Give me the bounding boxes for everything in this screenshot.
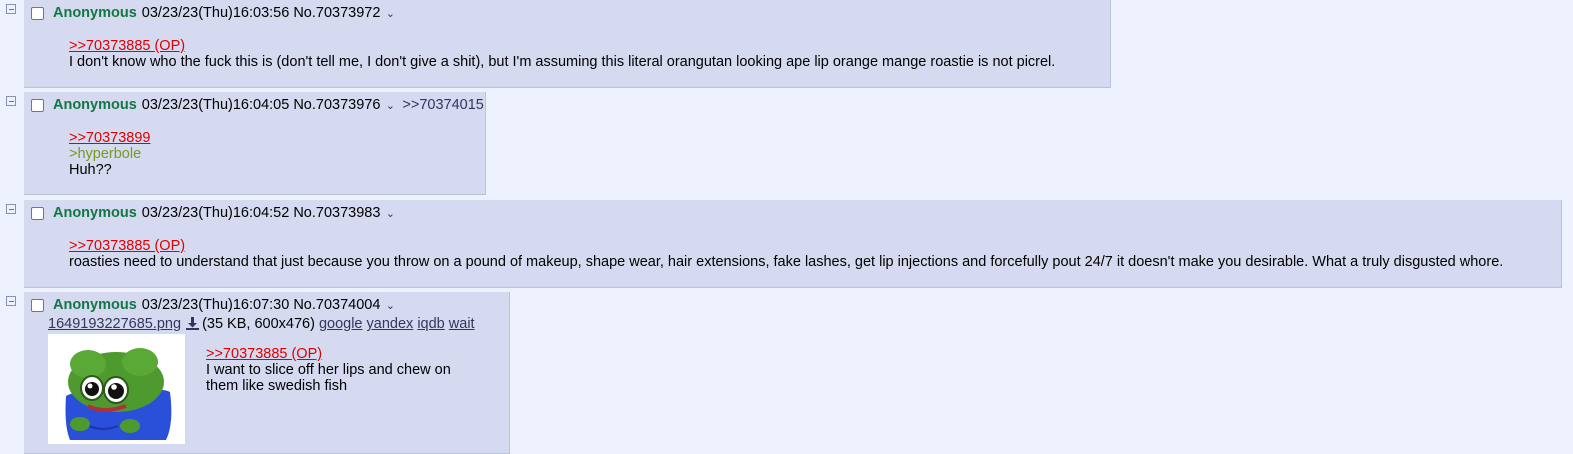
post-number[interactable]: No.70373976 [293,97,380,113]
search-link-wait[interactable]: wait [449,316,475,332]
quote-link[interactable]: >>70373885 (OP) [206,346,451,362]
search-link-iqdb[interactable]: iqdb [417,316,444,332]
post-number[interactable]: No.70373972 [293,5,380,21]
post-checkbox[interactable] [31,206,44,220]
post-message: >>70373899 >hyperbole Huh?? [69,130,150,178]
post-info: Anonymous 03/23/23(Thu)16:07:30 No.70374… [30,297,396,313]
file-info: 1649193227685.png (35 KB, 600x476) google… [48,316,475,334]
hide-post-icon[interactable] [6,296,16,306]
post-number[interactable]: No.70373983 [293,205,380,221]
quote-link[interactable]: >>70373885 (OP) [69,238,1503,254]
poster-name: Anonymous [53,97,137,113]
post-info: Anonymous 03/23/23(Thu)16:04:52 No.70373… [30,205,396,221]
post-info: Anonymous 03/23/23(Thu)16:03:56 No.70373… [30,5,396,21]
reply-post: Anonymous 03/23/23(Thu)16:07:30 No.70374… [24,292,510,454]
post-date: 03/23/23(Thu)16:07:30 [141,297,290,313]
file-link[interactable]: 1649193227685.png [48,316,181,332]
hide-post-icon[interactable] [6,204,16,214]
message-text-line: them like swedish fish [206,378,348,394]
chevron-down-icon[interactable]: ⌄ [384,99,396,112]
post-message: >>70373885 (OP) I want to slice off her … [206,346,451,394]
post-message: >>70373885 (OP) roasties need to underst… [69,238,1503,270]
post-message: >>70373885 (OP) I don't know who the fuc… [69,38,1055,70]
poster-name: Anonymous [53,5,137,21]
reply-post: Anonymous 03/23/23(Thu)16:04:05 No.70373… [24,92,486,195]
post-number[interactable]: No.70374004 [293,297,380,313]
post-checkbox[interactable] [31,98,44,112]
message-text-line: I want to slice off her lips and chew on [206,362,451,378]
poster-name: Anonymous [53,205,137,221]
chevron-down-icon[interactable]: ⌄ [384,7,396,20]
file-meta: (35 KB, 600x476) [202,316,315,332]
post-date: 03/23/23(Thu)16:04:05 [141,97,290,113]
post-checkbox[interactable] [31,298,44,312]
chevron-down-icon[interactable]: ⌄ [384,299,396,312]
post-date: 03/23/23(Thu)16:03:56 [141,5,290,21]
hide-post-icon[interactable] [6,4,16,14]
reply-post: Anonymous 03/23/23(Thu)16:04:52 No.70373… [24,200,1562,288]
post-info: Anonymous 03/23/23(Thu)16:04:05 No.70373… [30,97,484,113]
backlink[interactable]: >>70374015 [402,97,483,113]
post-checkbox[interactable] [31,6,44,20]
message-text: Huh?? [69,162,112,178]
download-icon[interactable] [186,317,200,334]
search-link-google[interactable]: google [319,316,363,332]
poster-name: Anonymous [53,297,137,313]
pepe-thumbnail[interactable] [48,334,185,444]
reply-post: Anonymous 03/23/23(Thu)16:03:56 No.70373… [24,0,1111,88]
quote-link[interactable]: >>70373899 [69,130,150,146]
message-text: roasties need to understand that just be… [69,254,1504,270]
hide-post-icon[interactable] [6,96,16,106]
chevron-down-icon[interactable]: ⌄ [384,207,396,220]
greentext: >hyperbole [69,146,142,162]
post-date: 03/23/23(Thu)16:04:52 [141,205,290,221]
message-text: I don't know who the fuck this is (don't… [69,54,1056,70]
search-link-yandex[interactable]: yandex [367,316,414,332]
quote-link[interactable]: >>70373885 (OP) [69,38,1055,54]
